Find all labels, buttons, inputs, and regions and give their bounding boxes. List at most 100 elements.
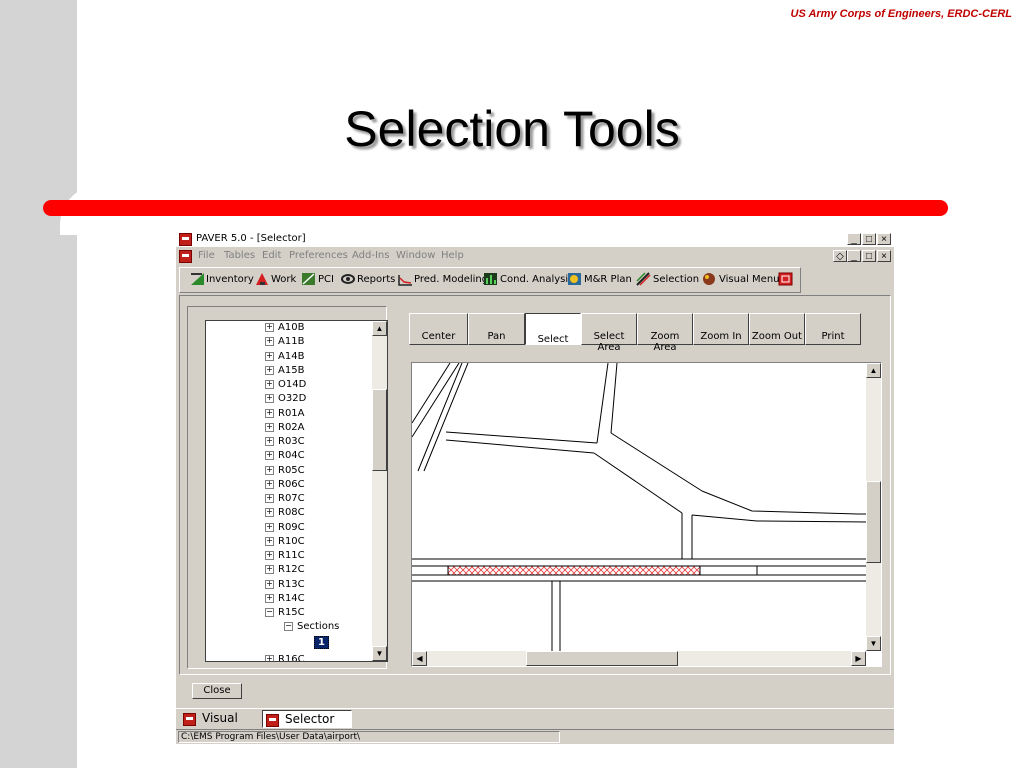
tree-item[interactable]: + R08C [265,507,305,521]
tree-expander-icon[interactable]: + [265,408,274,418]
tree-expander-icon[interactable]: + [265,422,274,432]
toolbar-inventory[interactable]: Inventory [206,274,254,285]
map-hscrollbar[interactable]: ◀ ▶ [412,651,866,666]
selected-section[interactable] [447,565,701,576]
restore-button[interactable]: □ [862,233,876,245]
toolbar-work[interactable]: Work [271,274,296,285]
toolbar-cond-analysis[interactable]: Cond. Analysis [500,274,573,285]
menu-tables[interactable]: Tables [224,250,255,261]
tree-item[interactable]: + R12C [265,564,305,578]
tree-expander-icon[interactable]: + [265,437,274,446]
tree-scrollbar[interactable]: ▲ ▼ [372,321,387,661]
tree-expander-icon[interactable]: + [265,654,274,661]
tree-scroll-up-button[interactable]: ▲ [372,321,387,336]
tree-item[interactable]: + R01A [265,408,305,422]
tree-expander-icon[interactable]: + [265,508,274,518]
section-tree[interactable]: + A10B + A11B + A14B + A15B + O14D + O32D + R01A + R02A… [205,320,388,662]
tree-item[interactable]: + R13C [265,579,305,593]
map-view[interactable]: ▲ ▼ ◀ ▶ [411,362,882,667]
tree-expander-icon[interactable]: + [265,365,274,375]
menu-file[interactable]: File [198,250,215,261]
tree-expander-icon[interactable]: + [265,451,274,461]
tree-expander-icon[interactable]: + [265,536,274,546]
tree-item[interactable]: + R07C [265,493,305,507]
tree-item[interactable]: + A14B [265,351,304,365]
tree-item[interactable]: + A15B [265,365,304,379]
tree-expander-icon[interactable]: − [265,608,274,617]
tree-item[interactable]: + R05C [265,465,305,479]
mdi-restore-button[interactable]: □ [862,250,876,262]
menu-add-ins[interactable]: Add-Ins [352,250,389,261]
tree-item[interactable]: + R02A [265,422,305,436]
map-vscroll-thumb[interactable] [866,481,881,563]
tree-expander-icon[interactable]: + [265,551,274,560]
tree-item[interactable]: + O32D [265,393,306,407]
tree-item[interactable]: + R14C [265,593,305,607]
tree-item[interactable]: + R03C [265,436,305,450]
minimize-button[interactable]: _ [847,233,861,245]
tree-expander-icon[interactable]: + [265,494,274,503]
map-scroll-right-button[interactable]: ▶ [851,651,866,666]
tree-item[interactable]: + R06C [265,479,305,493]
mdi-close-button[interactable]: × [877,250,891,262]
tool-zoom-out-button[interactable]: Zoom Out [749,313,805,345]
tree-item[interactable]: + R16C [265,654,305,661]
tree-expander-icon[interactable]: + [265,579,274,589]
toolbar-visual-menu[interactable]: Visual Menu [719,274,780,285]
tree-expander-icon[interactable]: + [265,565,274,575]
menu-window[interactable]: Window [396,250,435,261]
tree-expander-icon[interactable]: + [265,323,274,332]
map-scroll-up-button[interactable]: ▲ [866,363,881,378]
toolbar-pci[interactable]: PCI [318,274,334,285]
tool-print-button[interactable]: Print [805,313,861,345]
mdi-minimize-button[interactable]: _ [847,250,861,262]
tree-item[interactable]: + A10B [265,322,304,336]
tool-center-button[interactable]: Center [409,313,468,345]
toolbar-pred-modeling[interactable]: Pred. Modeling [414,274,488,285]
task-selector[interactable]: Selector [262,710,352,728]
menu-edit[interactable]: Edit [262,250,281,261]
tool-select-button[interactable]: Select [525,313,581,345]
tree-item-section-leaf[interactable]: 1 [314,635,329,650]
toolbar-mr-plan[interactable]: M&R Plan [584,274,632,285]
tree-item[interactable]: − R15C [265,607,305,621]
tree-item[interactable]: + R10C [265,536,305,550]
tree-item-label: R05C [278,464,305,476]
tree-expander-icon[interactable]: + [265,337,274,347]
menu-help[interactable]: Help [441,250,464,261]
tree-expander-icon[interactable]: + [265,479,274,489]
tree-item[interactable]: + O14D [265,379,306,393]
exit-icon[interactable] [778,272,793,286]
tree-expander-icon[interactable]: + [265,522,274,532]
toolbar-reports[interactable]: Reports [357,274,395,285]
map-scroll-left-button[interactable]: ◀ [412,651,427,666]
tree-expander-icon[interactable]: + [265,593,274,603]
tree-item-sections[interactable]: − Sections [284,621,339,635]
close-button[interactable]: Close [192,683,242,699]
tree-scroll-down-button[interactable]: ▼ [372,646,387,661]
tree-expander-icon[interactable]: + [265,394,274,404]
close-window-button[interactable]: × [877,233,891,245]
tree-expander-icon[interactable]: + [265,380,274,389]
menu-preferences[interactable]: Preferences [289,250,348,261]
pavement-map[interactable] [412,363,881,666]
window-titlebar: PAVER 5.0 - [Selector] _ □ × [176,231,894,247]
tool-select-area-button[interactable]: Select Area [581,313,637,353]
task-visual-menu[interactable]: Visual M... [180,710,262,742]
tree-scroll-thumb[interactable] [372,389,387,471]
tool-zoom-in-button[interactable]: Zoom In [693,313,749,345]
mdi-help-button[interactable]: ◇ [833,250,847,262]
tree-expander-icon[interactable]: + [265,465,274,475]
map-vscrollbar[interactable]: ▲ ▼ [866,363,881,651]
tree-item[interactable]: + A11B [265,336,304,350]
map-hscroll-thumb[interactable] [526,651,678,666]
map-scroll-down-button[interactable]: ▼ [866,636,881,651]
tree-expander-icon[interactable]: − [284,622,293,632]
tree-expander-icon[interactable]: + [265,351,274,361]
tree-item[interactable]: + R04C [265,450,305,464]
tree-item[interactable]: + R09C [265,522,305,536]
tool-zoom-area-button[interactable]: Zoom Area [637,313,693,353]
tree-item[interactable]: + R11C [265,550,305,564]
tool-pan-button[interactable]: Pan [468,313,525,345]
toolbar-selection[interactable]: Selection [653,274,699,285]
